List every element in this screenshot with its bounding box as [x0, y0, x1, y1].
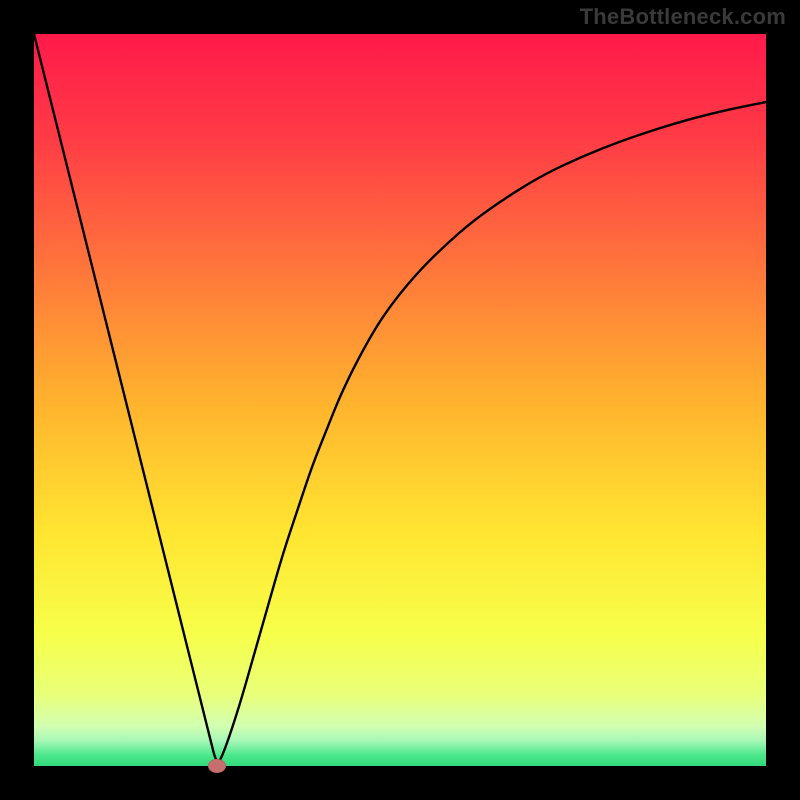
chart-frame: TheBottleneck.com	[0, 0, 800, 800]
plot-area	[34, 34, 766, 766]
chart-svg	[34, 34, 766, 766]
gradient-background	[34, 34, 766, 766]
watermark-text: TheBottleneck.com	[580, 4, 786, 30]
optimal-point-marker	[208, 759, 226, 773]
